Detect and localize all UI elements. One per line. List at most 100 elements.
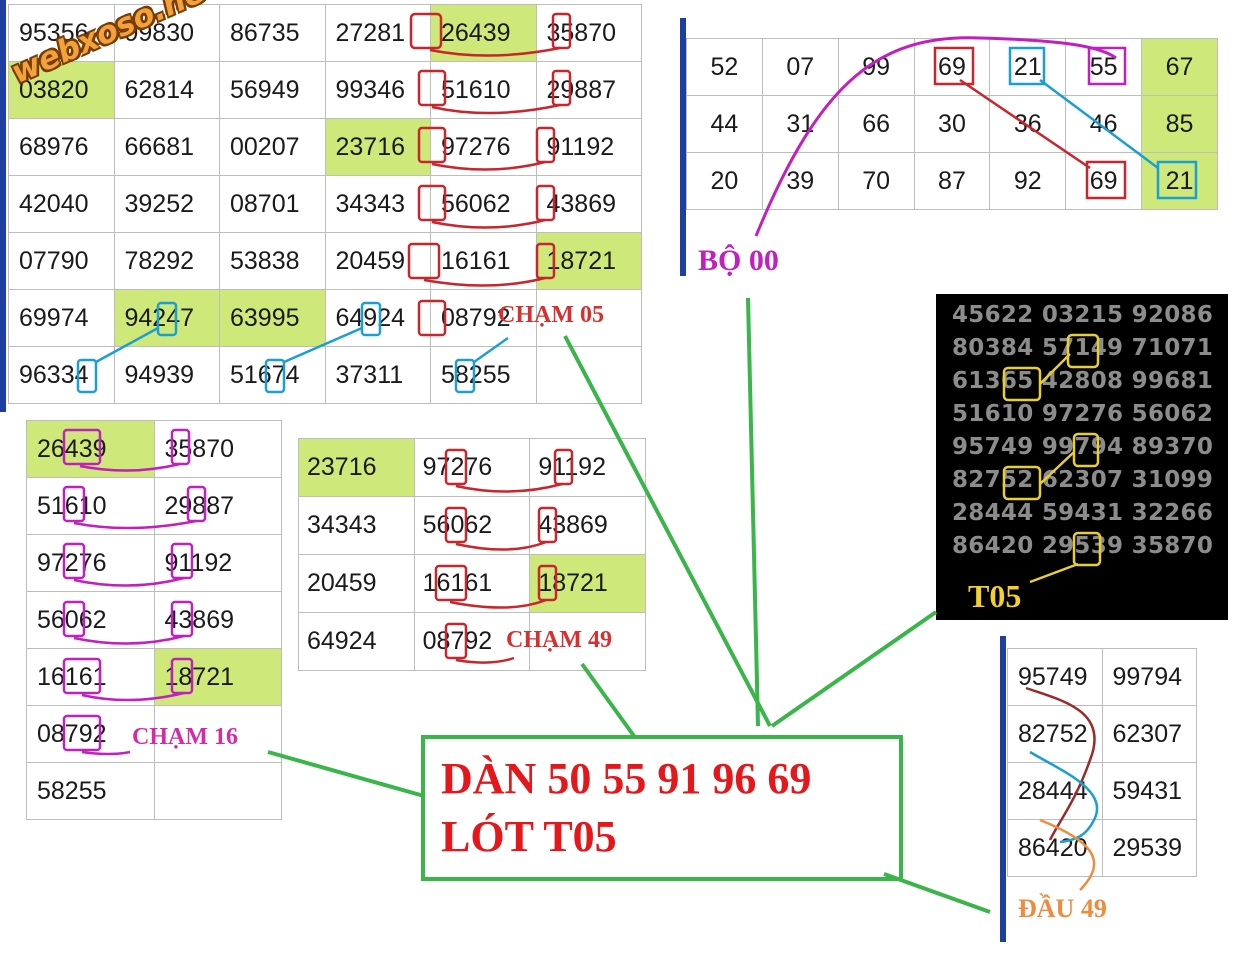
table-row: 56062 43869	[26, 591, 282, 649]
table-cell: 18721	[153, 648, 282, 706]
label-dau-49: ĐẦU 49	[1018, 894, 1107, 923]
table-cell: 99346	[324, 61, 431, 119]
table-row: 51610 29887	[26, 477, 282, 535]
table-cell: 56949	[219, 61, 326, 119]
table-cell: 86420	[1007, 819, 1103, 877]
table-cell: 51610	[430, 61, 537, 119]
table-cell: 51674	[219, 346, 326, 404]
table-cell: 26439	[430, 4, 537, 62]
label-t05: T05	[968, 578, 1022, 614]
main-line-1: DÀN 50 55 91 96 69	[441, 754, 812, 803]
table-cell: 16161	[413, 554, 531, 613]
table-cell: 97276	[413, 438, 531, 497]
table-cell: 20459	[298, 554, 415, 613]
table-cell: 18721	[535, 232, 642, 290]
table-row: 86420 29539	[1007, 819, 1197, 877]
table-row: 07790 78292 53838 20459 16161 18721	[8, 232, 642, 290]
result-row: 86420 29539 35870	[952, 533, 1214, 559]
table-cell: 56062	[413, 496, 531, 555]
table-row: 96334 94939 51674 37311 58255	[8, 346, 642, 404]
table-cell: 08701	[219, 175, 326, 233]
table-cell: 23716	[324, 118, 431, 176]
table-cell	[153, 762, 282, 820]
table-row: 42040 39252 08701 34343 56062 43869	[8, 175, 642, 233]
table-cell: 69	[1065, 152, 1143, 210]
label-cham-49: CHẠM 49	[506, 627, 612, 653]
table-cell: 99	[837, 38, 915, 96]
table-cell: 58255	[430, 346, 537, 404]
table-row: 34343 56062 43869	[298, 496, 646, 555]
table-cell: 82752	[1007, 705, 1103, 763]
table-cell: 95749	[1007, 648, 1103, 706]
table-cell: 16161	[26, 648, 155, 706]
label-cham-05: CHẠM 05	[498, 302, 604, 328]
table-cell: 34343	[324, 175, 431, 233]
table-cell: 55	[1065, 38, 1143, 96]
table-cell: 69	[913, 38, 991, 96]
table-cell	[535, 346, 642, 404]
table-row: 23716 97276 91192	[298, 438, 646, 497]
table-cell: 34343	[298, 496, 415, 555]
table-cell: 91192	[535, 118, 642, 176]
table-cell: 27281	[324, 4, 431, 62]
table-row: 03820 62814 56949 99346 51610 29887	[8, 61, 642, 119]
table-cell: 28444	[1007, 762, 1103, 820]
table-cell: 29887	[153, 477, 282, 535]
table-cell: 99794	[1101, 648, 1197, 706]
table-cell: 51610	[26, 477, 155, 535]
result-row: 61365 42808 99681	[952, 368, 1214, 394]
table-cell: 29887	[535, 61, 642, 119]
table-cell: 31	[761, 95, 839, 153]
table-row: 16161 18721	[26, 648, 282, 706]
result-row: 28444 59431 32266	[952, 500, 1214, 526]
table-cell: 94939	[113, 346, 220, 404]
table-cell: 43869	[535, 175, 642, 233]
result-row: 82752 62307 31099	[952, 467, 1214, 493]
table-cell: 56062	[26, 591, 155, 649]
table-cell: 52	[686, 38, 763, 96]
table-cell: 21	[989, 38, 1067, 96]
table-e: 95749 99794 82752 62307 28444 59431 86420 29539	[1007, 648, 1197, 877]
table-row: 52 07 99 69 21 55 67	[686, 38, 1218, 96]
table-cell: 96334	[8, 346, 115, 404]
table-a-left-bar	[0, 0, 6, 412]
result-row: 45622 03215 92086	[952, 302, 1214, 328]
label-bo-00: BỘ 00	[698, 244, 779, 277]
table-cell: 70	[837, 152, 915, 210]
table-cell: 43869	[529, 496, 646, 555]
table-row: 28444 59431	[1007, 762, 1197, 820]
table-cell: 68976	[8, 118, 115, 176]
result-panel: 45622 03215 92086 80384 57149 71071 61365 …	[936, 294, 1228, 620]
table-cell: 36	[989, 95, 1067, 153]
result-row: 51610 97276 56062	[952, 401, 1214, 427]
table-cell: 37311	[324, 346, 431, 404]
table-cell: 07	[761, 38, 839, 96]
table-cell: 21	[1141, 152, 1218, 210]
table-cell: 66	[837, 95, 915, 153]
result-row: 80384 57149 71071	[952, 335, 1214, 361]
table-cell: 78292	[113, 232, 220, 290]
table-cell: 46	[1065, 95, 1143, 153]
table-e-left-bar	[1000, 636, 1006, 942]
main-line-2: LÓT T05	[441, 812, 617, 861]
table-row: 20 39 70 87 92 69 21	[686, 152, 1218, 210]
table-cell: 62307	[1101, 705, 1197, 763]
table-row: 97276 91192	[26, 534, 282, 592]
table-cell: 87	[913, 152, 991, 210]
table-cell: 58255	[26, 762, 155, 820]
table-cell: 86735	[219, 4, 326, 62]
table-cell: 92	[989, 152, 1067, 210]
table-cell: 91192	[529, 438, 646, 497]
table-cell: 69974	[8, 289, 115, 347]
table-cell: 85	[1141, 95, 1218, 153]
table-row: 68976 66681 00207 23716 97276 91192	[8, 118, 642, 176]
table-cell: 20	[686, 152, 763, 210]
table-b: 52 07 99 69 21 55 67 44 31 66 30 36 46 85 20 39 70 87 92 69…	[686, 38, 1218, 210]
table-cell: 94247	[113, 289, 220, 347]
table-cell: 63995	[219, 289, 326, 347]
table-cell: 18721	[529, 554, 646, 613]
table-row: 44 31 66 30 36 46 85	[686, 95, 1218, 153]
table-cell: 64924	[324, 289, 431, 347]
table-row: 20459 16161 18721	[298, 554, 646, 613]
table-cell: 07790	[8, 232, 115, 290]
